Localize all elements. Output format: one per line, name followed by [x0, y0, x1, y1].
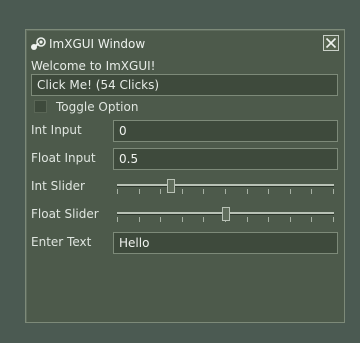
- welcome-text: Welcome to ImXGUI!: [31, 59, 156, 73]
- int-slider-grab[interactable]: [167, 179, 175, 193]
- float-slider[interactable]: [113, 204, 338, 226]
- float-input-field[interactable]: 0.5: [113, 148, 338, 170]
- int-input-field[interactable]: 0: [113, 120, 338, 142]
- close-icon: [325, 37, 337, 49]
- float-slider-grab[interactable]: [222, 207, 230, 221]
- float-slider-label: Float Slider: [31, 207, 99, 221]
- slider-tick: [139, 189, 140, 194]
- int-slider-ticks: [117, 189, 334, 194]
- steam-icon: [30, 37, 46, 51]
- float-input-label: Float Input: [31, 151, 96, 165]
- slider-tick: [311, 189, 312, 194]
- slider-tick: [160, 189, 161, 194]
- click-me-button[interactable]: Click Me! (54 Clicks): [31, 74, 338, 96]
- slider-tick: [225, 189, 226, 194]
- int-slider[interactable]: [113, 176, 338, 198]
- int-input-row: Int Input 0: [31, 120, 338, 142]
- slider-tick: [333, 189, 334, 194]
- int-input-label: Int Input: [31, 123, 82, 137]
- slider-tick: [203, 189, 204, 194]
- slider-tick: [203, 217, 204, 222]
- imxgui-window: ImXGUI Window Welcome to ImXGUI! Click M…: [25, 29, 345, 323]
- slider-tick: [268, 189, 269, 194]
- slider-tick: [311, 217, 312, 222]
- slider-tick: [182, 189, 183, 194]
- slider-tick: [117, 217, 118, 222]
- slider-tick: [182, 217, 183, 222]
- slider-tick: [139, 217, 140, 222]
- slider-tick: [290, 189, 291, 194]
- int-slider-row: Int Slider: [31, 176, 338, 198]
- close-button[interactable]: [323, 35, 339, 51]
- enter-text-field[interactable]: Hello: [113, 232, 338, 254]
- slider-tick: [247, 217, 248, 222]
- float-slider-row: Float Slider: [31, 204, 338, 226]
- slider-tick: [290, 217, 291, 222]
- float-input-row: Float Input 0.5: [31, 148, 338, 170]
- slider-tick: [247, 189, 248, 194]
- checkbox-label: Toggle Option: [56, 100, 139, 114]
- int-slider-track[interactable]: [117, 184, 334, 186]
- slider-tick: [160, 217, 161, 222]
- slider-tick: [333, 217, 334, 222]
- enter-text-row: Enter Text Hello: [31, 232, 338, 254]
- slider-tick: [117, 189, 118, 194]
- checkbox-box[interactable]: [34, 100, 47, 113]
- window-titlebar[interactable]: ImXGUI Window: [26, 30, 344, 58]
- slider-tick: [268, 217, 269, 222]
- enter-text-label: Enter Text: [31, 235, 92, 249]
- int-slider-label: Int Slider: [31, 179, 85, 193]
- window-title: ImXGUI Window: [49, 37, 146, 51]
